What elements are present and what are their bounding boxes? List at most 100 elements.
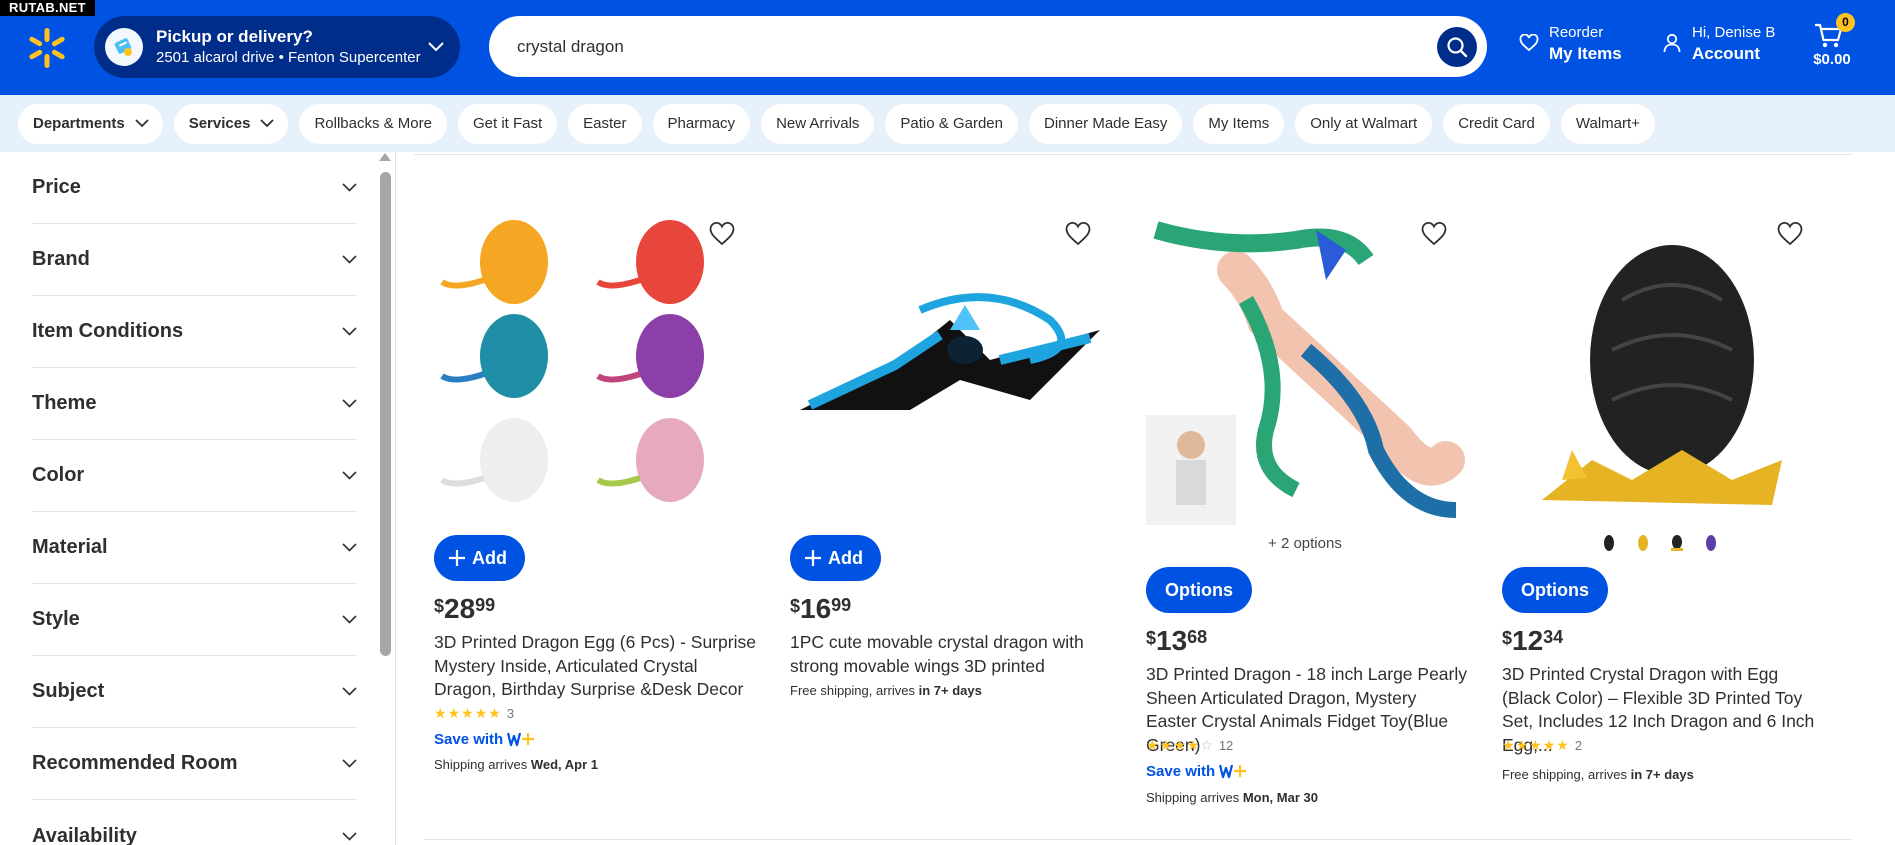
- product-image[interactable]: [1502, 210, 1822, 530]
- star-empty-icon: ☆: [1200, 737, 1213, 753]
- swatch-gold[interactable]: [1632, 532, 1654, 554]
- swatch-purple[interactable]: [1700, 532, 1722, 554]
- star-icon: ★: [1515, 737, 1529, 753]
- save-with-walmart-plus: Save with: [1146, 762, 1247, 780]
- facet-material[interactable]: Material: [32, 512, 357, 584]
- chevron-down-icon: [342, 399, 357, 408]
- save-with-walmart-plus: Save with: [434, 730, 535, 748]
- facet-color[interactable]: Color: [32, 440, 357, 512]
- account-label: Account: [1692, 44, 1760, 63]
- product-image[interactable]: [1146, 210, 1466, 530]
- facet-availability[interactable]: Availability: [32, 800, 357, 845]
- options-count[interactable]: + 2 options: [1268, 535, 1342, 552]
- price-dollars: 28: [444, 593, 476, 624]
- user-icon: [1663, 33, 1681, 53]
- swatch-black-gold[interactable]: [1666, 532, 1688, 554]
- nav-my-items[interactable]: My Items: [1193, 103, 1285, 144]
- rating-stars: ★ ★ ★ ★ ★ 3: [434, 705, 514, 722]
- product-image[interactable]: [790, 210, 1110, 530]
- departments-dropdown[interactable]: Departments: [18, 103, 163, 144]
- cart-total: $0.00: [1813, 51, 1851, 68]
- options-button[interactable]: Options: [1146, 567, 1252, 613]
- my-items-label: My Items: [1549, 44, 1622, 63]
- chevron-down-icon: [342, 831, 357, 841]
- nav-only-at-walmart[interactable]: Only at Walmart: [1295, 103, 1433, 144]
- services-dropdown[interactable]: Services: [173, 103, 289, 144]
- star-icon: ★: [1542, 737, 1556, 753]
- favorite-heart-icon[interactable]: [1420, 220, 1448, 248]
- options-button[interactable]: Options: [1502, 567, 1608, 613]
- scroll-up-arrow[interactable]: [379, 153, 391, 161]
- product-card[interactable]: Add $ 16 99 1PC cute movable crystal dra…: [790, 200, 1120, 830]
- reorder-label: Reorder: [1549, 24, 1604, 41]
- chevron-down-icon: [342, 327, 357, 336]
- nav-rollbacks[interactable]: Rollbacks & More: [299, 103, 447, 144]
- facet-price[interactable]: Price: [32, 152, 357, 224]
- product-card[interactable]: Add $ 28 99 3D Printed Dragon Egg (6 Pcs…: [434, 200, 764, 830]
- facet-style[interactable]: Style: [32, 584, 357, 656]
- add-label: Add: [828, 547, 863, 568]
- search-icon: [1447, 36, 1468, 57]
- nav-easter[interactable]: Easter: [568, 103, 642, 144]
- favorite-heart-icon[interactable]: [1776, 220, 1804, 248]
- product-image[interactable]: [434, 210, 754, 530]
- divider: [414, 154, 1852, 155]
- facet-subject[interactable]: Subject: [32, 656, 357, 728]
- nav-get-it-fast[interactable]: Get it Fast: [457, 103, 558, 144]
- shipping-info: Shipping arrives Mon, Mar 30: [1146, 790, 1318, 805]
- reorder-my-items-link[interactable]: Reorder My Items: [1519, 22, 1622, 64]
- facet-label: Material: [32, 536, 108, 558]
- add-label: Add: [472, 547, 507, 568]
- facet-item-conditions[interactable]: Item Conditions: [32, 296, 357, 368]
- favorite-heart-icon[interactable]: [708, 220, 736, 248]
- pickup-delivery-selector[interactable]: Pickup or delivery? 2501 alcarol drive •…: [94, 16, 460, 78]
- product-title[interactable]: 1PC cute movable crystal dragon with str…: [790, 631, 1115, 678]
- search-button[interactable]: [1437, 26, 1477, 67]
- product-card[interactable]: + 2 options Options $ 13 68 3D Printed D…: [1146, 200, 1476, 830]
- walmart-plus-logo-icon: [1219, 764, 1247, 779]
- price-cents: 99: [831, 595, 852, 615]
- nav-new-arrivals[interactable]: New Arrivals: [761, 103, 875, 144]
- product-price: $ 13 68: [1146, 625, 1207, 657]
- price-cents: 68: [1187, 627, 1208, 647]
- chevron-down-icon: [135, 119, 149, 128]
- price-dollars: 16: [800, 593, 832, 624]
- star-icon: ★: [488, 705, 501, 721]
- product-card[interactable]: Options $ 12 34 3D Printed Crystal Drago…: [1502, 200, 1832, 830]
- rating-stars: ★ ★ ★ ★ ★ 2: [1502, 737, 1582, 754]
- star-icon: ★: [1159, 737, 1173, 753]
- pickup-title: Pickup or delivery?: [156, 27, 313, 46]
- rating-stars: ★ ★ ★ ★ ☆ 12: [1146, 737, 1233, 754]
- account-link[interactable]: Hi, Denise B Account: [1663, 22, 1775, 64]
- favorite-heart-icon[interactable]: [1064, 220, 1092, 248]
- facet-recommended-room[interactable]: Recommended Room: [32, 728, 357, 800]
- facet-label: Availability: [32, 824, 137, 845]
- nav-walmart-plus[interactable]: Walmart+: [1560, 103, 1655, 144]
- nav-dinner-made-easy[interactable]: Dinner Made Easy: [1028, 103, 1183, 144]
- shipping-info: Shipping arrives Wed, Apr 1: [434, 757, 598, 772]
- search-input[interactable]: [517, 36, 1437, 57]
- chevron-down-icon: [342, 255, 357, 264]
- add-to-cart-button[interactable]: Add: [434, 535, 525, 581]
- walmart-spark-logo-icon[interactable]: [26, 27, 68, 69]
- facet-theme[interactable]: Theme: [32, 368, 357, 440]
- facet-brand[interactable]: Brand: [32, 224, 357, 296]
- review-count: 3: [506, 706, 515, 721]
- swatch-black[interactable]: [1598, 532, 1620, 554]
- shipping-info: Free shipping, arrives in 7+ days: [1502, 767, 1694, 782]
- product-price: $ 12 34: [1502, 625, 1563, 657]
- cart-button[interactable]: 0 $0.00: [1808, 13, 1855, 73]
- shipping-prefix: Free shipping, arrives: [1502, 767, 1631, 782]
- sidebar-scrollbar-thumb[interactable]: [380, 172, 391, 656]
- plus-icon: +: [1268, 535, 1277, 552]
- nav-pharmacy[interactable]: Pharmacy: [652, 103, 751, 144]
- chevron-down-icon: [260, 119, 275, 128]
- product-title[interactable]: 3D Printed Dragon Egg (6 Pcs) - Surprise…: [434, 631, 759, 702]
- price-dollars: 12: [1512, 625, 1544, 656]
- nav-patio-garden[interactable]: Patio & Garden: [885, 103, 1018, 144]
- chevron-down-icon: [342, 543, 357, 552]
- delivery-icon: [105, 28, 143, 66]
- add-to-cart-button[interactable]: Add: [790, 535, 881, 581]
- nav-credit-card[interactable]: Credit Card: [1443, 103, 1550, 144]
- search-bar: [489, 16, 1487, 77]
